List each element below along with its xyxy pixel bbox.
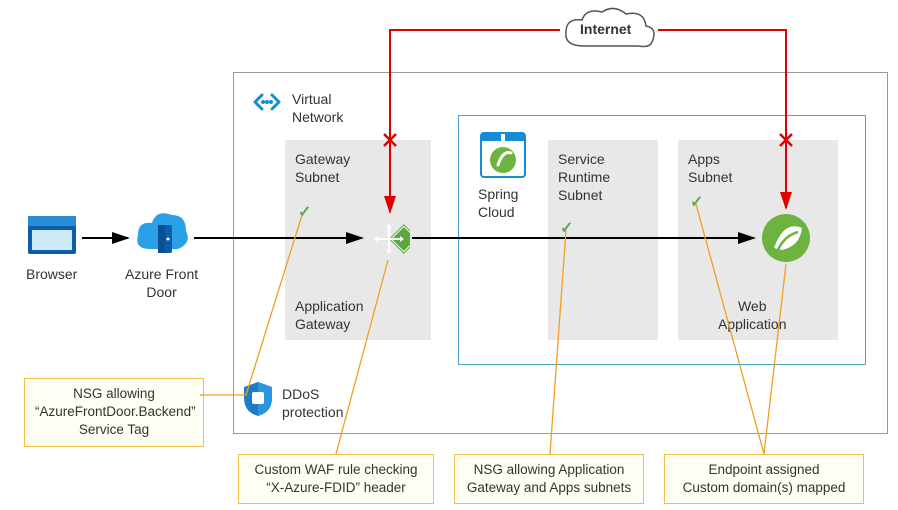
virtual-network-icon — [250, 85, 284, 119]
callout-nsg-sc: NSG allowing Application Gateway and App… — [454, 454, 644, 504]
spring-cloud-icon — [478, 130, 528, 180]
spring-cloud-label: Spring Cloud — [478, 185, 518, 221]
callout-endpoint: Endpoint assigned Custom domain(s) mappe… — [664, 454, 864, 504]
callout-nsg-afd: NSG allowing “AzureFrontDoor.Backend” Se… — [24, 378, 204, 447]
browser-icon — [24, 210, 80, 260]
gateway-subnet-title: Gateway Subnet — [295, 150, 350, 186]
callout-waf: Custom WAF rule checking “X-Azure-FDID” … — [238, 454, 434, 504]
ddos-protection-label: DDoS protection — [282, 385, 343, 421]
check-icon: ✓ — [298, 202, 311, 222]
check-icon: ✓ — [690, 192, 703, 212]
virtual-network-label: Virtual Network — [292, 90, 343, 126]
web-application-label: Web Application — [718, 297, 787, 333]
application-gateway-label: Application Gateway — [295, 297, 364, 333]
apps-subnet-title: Apps Subnet — [688, 150, 732, 186]
ddos-protection-icon — [242, 380, 274, 418]
azure-front-door-icon — [132, 205, 192, 263]
web-application-icon — [760, 212, 812, 264]
azure-front-door-label: Azure Front Door — [125, 265, 198, 301]
browser-label: Browser — [26, 265, 77, 283]
internet-label: Internet — [580, 20, 631, 38]
application-gateway-icon — [368, 218, 410, 260]
runtime-subnet-title: Service Runtime Subnet — [558, 150, 610, 205]
check-icon: ✓ — [560, 218, 573, 238]
